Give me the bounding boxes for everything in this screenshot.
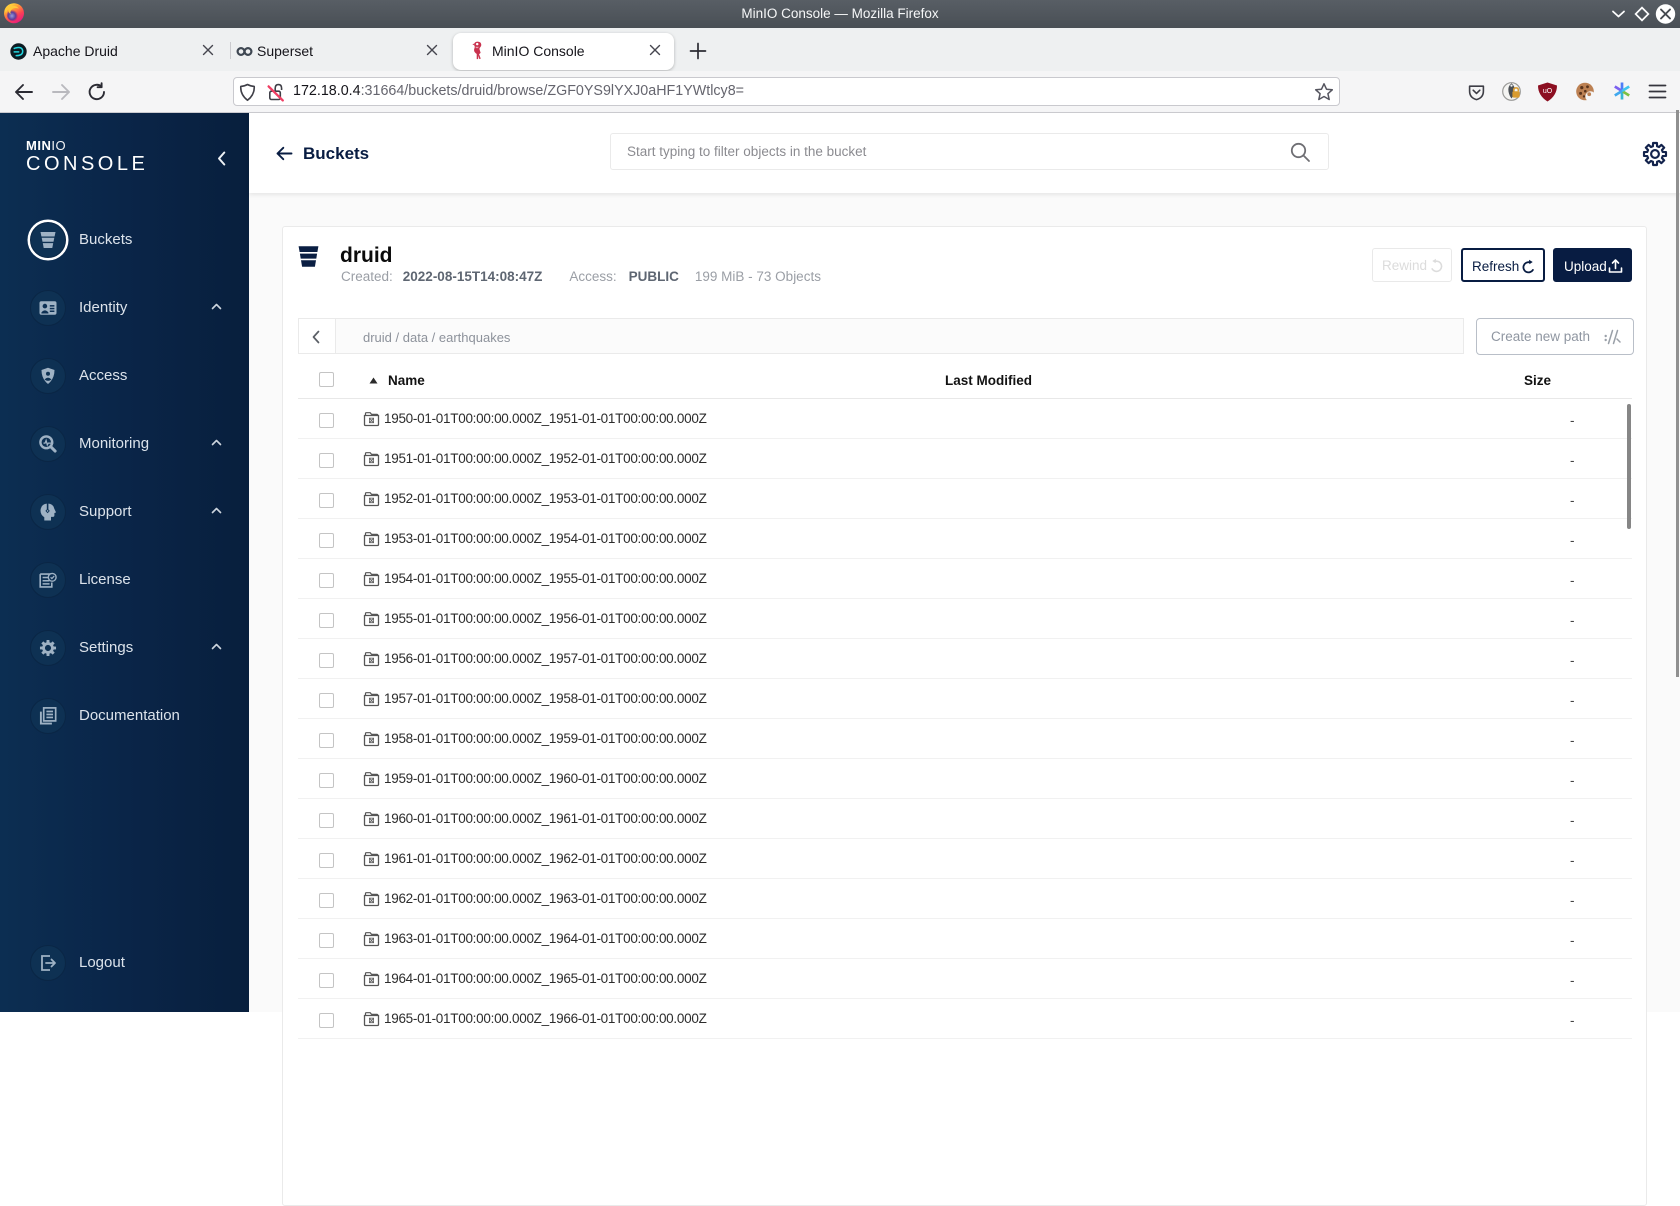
svg-text:uO: uO (1543, 88, 1553, 95)
